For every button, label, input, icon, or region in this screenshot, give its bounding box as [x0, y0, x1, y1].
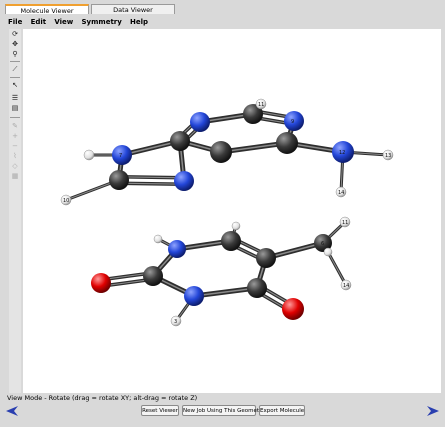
- menu-file[interactable]: File: [8, 16, 22, 28]
- back-arrow-icon[interactable]: [5, 405, 19, 417]
- hydrogen-atom-h6bh[interactable]: [231, 221, 241, 231]
- toolbar-separator: [10, 61, 20, 62]
- atom-index-label: 3: [174, 319, 177, 325]
- atom-index-label: 12: [339, 150, 345, 156]
- carbon-atom-c6b[interactable]: [221, 231, 241, 251]
- hydrogen-atom-hm2[interactable]: [323, 247, 333, 257]
- molecule-canvas[interactable]: 7 9 12 13 14 10 11 6 11 14 3: [23, 29, 441, 393]
- atom-index-label: 11: [258, 102, 264, 108]
- rotate-icon[interactable]: ⟳: [10, 30, 20, 39]
- menu-view[interactable]: View: [54, 16, 73, 28]
- grid-icon[interactable]: ▦: [10, 172, 20, 181]
- delete-icon[interactable]: −: [10, 142, 20, 151]
- carbon-atom-c2b[interactable]: [143, 266, 163, 286]
- translate-icon[interactable]: ✥: [10, 40, 20, 49]
- forward-arrow-icon[interactable]: [426, 405, 440, 417]
- hydrogen-atom-hn1[interactable]: [153, 234, 163, 244]
- carbon-atom-c6[interactable]: [276, 132, 298, 154]
- bond-icon[interactable]: ⌇: [10, 152, 20, 161]
- status-text: View Mode - Rotate (drag = rotate XY; al…: [7, 394, 198, 402]
- toolbar-separator: [10, 77, 20, 78]
- atom-index-label: 6: [321, 241, 324, 247]
- tool-palette: ⟳ ✥ ⚲ ⟋ ↖ ☰ ▤ ✎ + − ⌇ ◇ ▦: [9, 29, 21, 393]
- zoom-icon[interactable]: ⚲: [10, 50, 20, 59]
- atom-index-label: 11: [342, 220, 348, 226]
- oxygen-atom-o4[interactable]: [282, 298, 304, 320]
- list-icon[interactable]: ☰: [10, 94, 20, 103]
- menu-bar: File Edit View Symmetry Help: [8, 16, 438, 28]
- fragment-icon[interactable]: ◇: [10, 162, 20, 171]
- clipboard-icon[interactable]: ▤: [10, 104, 20, 113]
- new-job-button[interactable]: New Job Using This Geometry: [182, 405, 265, 416]
- bottom-bar: Reset Viewer New Job Using This Geometry…: [0, 403, 445, 427]
- nitrogen-atom-n1b[interactable]: [168, 240, 186, 258]
- carbon-atom-c8[interactable]: [109, 170, 129, 190]
- menu-symmetry[interactable]: Symmetry: [82, 16, 122, 28]
- menu-help[interactable]: Help: [130, 16, 148, 28]
- carbon-atom-c4b[interactable]: [247, 278, 267, 298]
- hydrogen-atom-h7[interactable]: [83, 149, 95, 161]
- carbon-atom-c5[interactable]: [210, 141, 232, 163]
- ruler-icon[interactable]: ⟋: [10, 65, 20, 74]
- add-atom-icon[interactable]: +: [10, 132, 20, 141]
- bonds-group: [64, 102, 390, 323]
- tab-data-viewer[interactable]: Data Viewer: [91, 4, 175, 14]
- nitrogen-atom-n3[interactable]: [190, 112, 210, 132]
- atom-index-label: 7: [119, 153, 122, 159]
- nitrogen-atom-n3b[interactable]: [184, 286, 204, 306]
- oxygen-atom-o2[interactable]: [91, 273, 111, 293]
- atom-index-label: 14: [338, 190, 344, 196]
- reset-viewer-button[interactable]: Reset Viewer: [141, 405, 179, 416]
- carbon-atom-c5b[interactable]: [256, 248, 276, 268]
- atom-index-label: 9: [291, 119, 294, 125]
- select-icon[interactable]: ↖: [10, 81, 20, 90]
- carbon-atom-c4[interactable]: [170, 131, 190, 151]
- tab-bar: Molecule Viewer Data Viewer: [0, 0, 445, 15]
- menu-edit[interactable]: Edit: [31, 16, 47, 28]
- atom-index-label: 14: [343, 283, 349, 289]
- edit-icon[interactable]: ✎: [10, 122, 20, 131]
- export-molecule-button[interactable]: Export Molecule: [259, 405, 305, 416]
- tab-molecule-viewer[interactable]: Molecule Viewer: [5, 4, 89, 15]
- toolbar-separator: [10, 117, 20, 118]
- molecule-render[interactable]: 7 9 12 13 14 10 11 6 11 14 3: [23, 29, 441, 393]
- atom-index-label: 13: [385, 153, 391, 159]
- atom-index-label: 10: [63, 198, 69, 204]
- nitrogen-atom-n9[interactable]: [174, 171, 194, 191]
